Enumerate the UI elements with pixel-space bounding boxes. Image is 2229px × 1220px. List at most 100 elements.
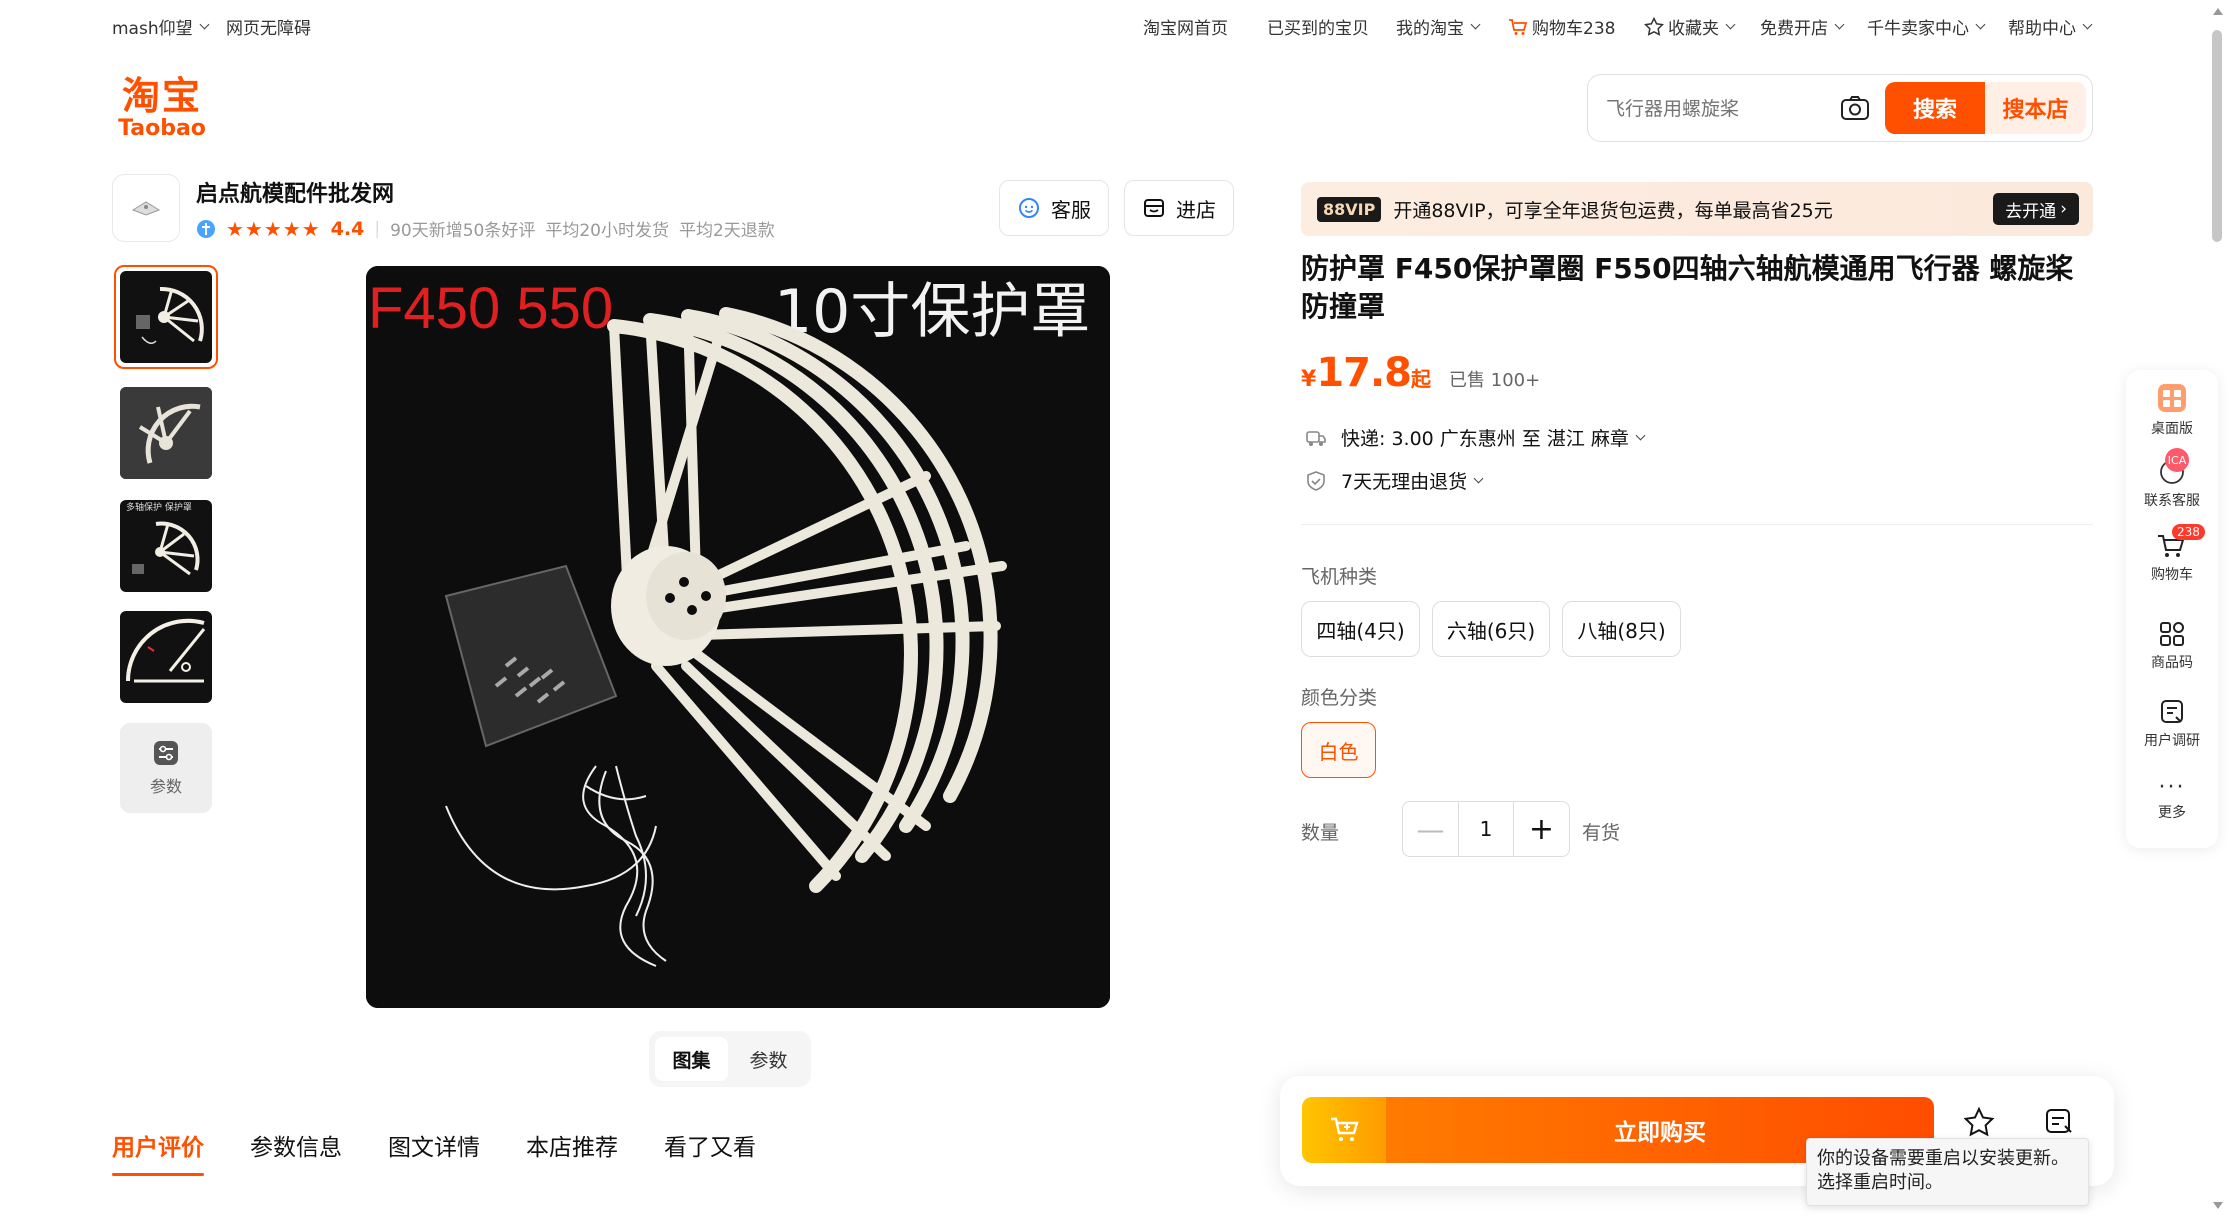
help-menu[interactable]: 帮助中心 bbox=[2008, 14, 2093, 39]
shop-refund-time: 平均2天退款 bbox=[678, 221, 775, 241]
sidebar-survey[interactable]: 用户调研 bbox=[2126, 698, 2218, 750]
separator: | bbox=[374, 218, 381, 239]
rating-score: 4.4 bbox=[330, 217, 365, 240]
quantity-label: 数量 bbox=[1301, 822, 1340, 844]
my-taobao-menu[interactable]: 我的淘宝 bbox=[1396, 14, 1481, 39]
sidebar-cart-icon-wrap: 238 bbox=[2150, 524, 2205, 560]
main-product-image[interactable]: F450 550 10寸保护罩 bbox=[366, 266, 1110, 1008]
share-note-icon[interactable] bbox=[2043, 1106, 2075, 1138]
shop-icon bbox=[1144, 199, 1164, 217]
camera-icon[interactable] bbox=[1838, 91, 1872, 125]
shop-logo-icon bbox=[131, 201, 161, 216]
service-headset-icon: ICA bbox=[2160, 448, 2189, 484]
vip-tag: 88VIP bbox=[1317, 196, 1382, 222]
search-input[interactable] bbox=[1606, 93, 1836, 125]
shop-name[interactable]: 启点航模配件批发网 bbox=[196, 176, 394, 208]
tab-shop-recommend[interactable]: 本店推荐 bbox=[526, 1128, 618, 1176]
page-scrollbar-thumb[interactable] bbox=[2212, 30, 2222, 242]
chevron-down-icon bbox=[2082, 19, 2093, 30]
desktop-app-icon bbox=[2158, 384, 2186, 412]
option-white[interactable]: 白色 bbox=[1301, 722, 1376, 778]
cart-link[interactable]: 购物车238 bbox=[1508, 14, 1615, 39]
sliders-icon bbox=[154, 741, 178, 765]
tab-details[interactable]: 图文详情 bbox=[388, 1128, 480, 1176]
user-menu[interactable]: mash仰望 bbox=[112, 14, 210, 39]
rating-stars: ★★★★★ bbox=[226, 216, 321, 241]
thumbnail-1[interactable] bbox=[114, 265, 218, 369]
color-label: 颜色分类 bbox=[1301, 687, 1378, 709]
top-nav-bar: mash仰望 网页无障碍 淘宝网首页 已买到的宝贝 我的淘宝 购物车238 收藏… bbox=[0, 0, 2229, 50]
shop-rating-row: ★★★★★ 4.4 | 90天新增50条好评 平均20小时发货 平均2天退款 bbox=[196, 216, 775, 241]
params-thumbnail[interactable]: 参数 bbox=[120, 723, 212, 813]
vip-text: 开通88VIP，可享全年退货包运费，每单最高省25元 bbox=[1393, 199, 1833, 222]
enter-shop-button[interactable]: 进店 bbox=[1124, 180, 1234, 236]
thumbnail-image bbox=[120, 611, 212, 703]
shop-badge-icon bbox=[197, 219, 215, 238]
thumbnail-3[interactable]: 多轴保护 保护罩 bbox=[114, 494, 218, 598]
tab-also-viewed[interactable]: 看了又看 bbox=[664, 1128, 756, 1176]
segment-gallery[interactable]: 图集 bbox=[655, 1037, 728, 1081]
chevron-down-icon bbox=[1635, 430, 1646, 441]
divider bbox=[1301, 524, 2093, 525]
returns-row[interactable]: 7天无理由退货 bbox=[1305, 467, 1484, 494]
accessibility-link[interactable]: 网页无障碍 bbox=[226, 14, 311, 39]
option-quad[interactable]: 四轴(4只) bbox=[1301, 601, 1420, 657]
shop-logo[interactable] bbox=[112, 174, 180, 242]
tab-reviews[interactable]: 用户评价 bbox=[112, 1128, 204, 1176]
shield-icon bbox=[1307, 470, 1325, 491]
sidebar-desktop[interactable]: 桌面版 bbox=[2126, 382, 2218, 438]
image-text-size: 10寸保护罩 bbox=[774, 277, 1090, 347]
thumbnail-2[interactable] bbox=[114, 381, 218, 485]
star-outline-icon bbox=[1644, 17, 1664, 36]
sidebar-qrcode[interactable]: 商品码 bbox=[2126, 620, 2218, 672]
chevron-down-icon bbox=[1834, 19, 1845, 30]
chevron-down-icon bbox=[1470, 19, 1481, 30]
floating-sidebar: 桌面版 ICA 联系客服 238 购物车 商品码 用户调研 ··· 更多 bbox=[2126, 370, 2218, 848]
gallery-segment-control: 图集 参数 bbox=[649, 1031, 811, 1087]
more-dots-icon: ··· bbox=[2158, 775, 2186, 800]
sidebar-service[interactable]: ICA 联系客服 bbox=[2126, 446, 2218, 510]
option-hexa[interactable]: 六轴(6只) bbox=[1432, 601, 1550, 657]
quantity-stepper: — 1 + bbox=[1402, 801, 1570, 857]
cart-count-badge: 238 bbox=[2172, 524, 2205, 540]
product-title: 防护罩 F450保护罩圈 F550四轴六轴航模通用飞行器 螺旋桨防撞罩 bbox=[1301, 252, 2074, 323]
product-price: ¥ 17.8 起 已售 100+ bbox=[1301, 350, 1541, 396]
service-icon bbox=[1019, 198, 1039, 218]
scroll-down-arrow[interactable] bbox=[2213, 1202, 2223, 1209]
shipping-row[interactable]: 快递: 3.00 广东惠州 至 湛江 麻章 bbox=[1305, 424, 1646, 451]
decrement-button[interactable]: — bbox=[1403, 802, 1458, 856]
scroll-up-arrow[interactable] bbox=[2213, 8, 2223, 15]
thumbnail-image bbox=[120, 387, 212, 479]
chevron-down-icon bbox=[1473, 473, 1484, 484]
add-to-cart-button[interactable] bbox=[1302, 1097, 1388, 1163]
search-shop-button[interactable]: 搜本店 bbox=[1985, 82, 2086, 134]
home-link[interactable]: 淘宝网首页 bbox=[1143, 14, 1228, 39]
favorites-menu[interactable]: 收藏夹 bbox=[1644, 14, 1736, 39]
thumbnail-image bbox=[120, 271, 212, 363]
customer-service-button[interactable]: 客服 bbox=[999, 180, 1109, 236]
thumbnail-4[interactable] bbox=[114, 605, 218, 709]
quantity-value[interactable]: 1 bbox=[1458, 802, 1514, 856]
bought-link[interactable]: 已买到的宝贝 bbox=[1267, 14, 1369, 39]
open-shop-menu[interactable]: 免费开店 bbox=[1760, 14, 1845, 39]
increment-button[interactable]: + bbox=[1514, 802, 1569, 856]
chevron-down-icon bbox=[199, 19, 210, 30]
stock-status: 有货 bbox=[1582, 822, 1621, 844]
option-octo[interactable]: 八轴(8只) bbox=[1562, 601, 1681, 657]
tab-params[interactable]: 参数信息 bbox=[250, 1128, 342, 1176]
segment-params[interactable]: 参数 bbox=[732, 1037, 805, 1081]
chevron-right-icon: › bbox=[2060, 199, 2067, 219]
favorite-star-icon[interactable] bbox=[1963, 1106, 1995, 1138]
detail-tabs: 用户评价 参数信息 图文详情 本店推荐 看了又看 bbox=[112, 1128, 756, 1176]
shop-ship-time: 平均20小时发货 bbox=[545, 221, 669, 241]
image-text-model: F450 550 bbox=[368, 276, 613, 341]
seller-center-menu[interactable]: 千牛卖家中心 bbox=[1867, 14, 1986, 39]
vip-open-button[interactable]: 去开通 › bbox=[1993, 193, 2079, 225]
add-cart-icon bbox=[1331, 1117, 1359, 1141]
system-update-toast[interactable]: 你的设备需要重启以安装更新。 选择重启时间。 bbox=[1806, 1138, 2089, 1206]
sidebar-cart[interactable]: 238 购物车 bbox=[2126, 524, 2218, 584]
sidebar-more[interactable]: ··· 更多 bbox=[2126, 775, 2218, 822]
taobao-logo[interactable]: 淘宝 Taobao bbox=[112, 74, 212, 140]
search-button[interactable]: 搜索 bbox=[1885, 82, 1985, 134]
thumbnail-image: 多轴保护 保护罩 bbox=[120, 500, 212, 592]
